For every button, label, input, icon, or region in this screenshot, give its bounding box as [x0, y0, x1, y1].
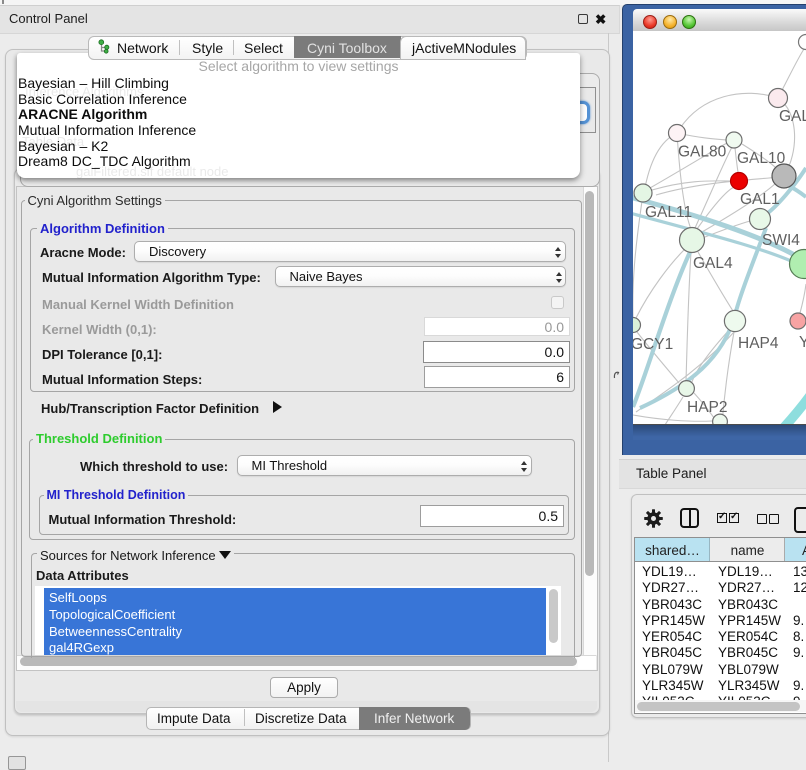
svg-text:SWI4: SWI4 [762, 232, 800, 249]
svg-text:HAP4: HAP4 [738, 335, 779, 352]
svg-text:GAL11: GAL11 [645, 204, 692, 221]
svg-text:HAP2: HAP2 [687, 399, 728, 416]
svg-text:GCY1: GCY1 [633, 336, 673, 353]
svg-text:GAL1: GAL1 [740, 191, 780, 208]
svg-text:GAL: GAL [779, 108, 806, 125]
svg-text:Y: Y [799, 334, 806, 351]
svg-text:GAL4: GAL4 [693, 255, 733, 272]
svg-text:GAL80: GAL80 [678, 144, 727, 161]
svg-text:GAL10: GAL10 [737, 150, 786, 167]
